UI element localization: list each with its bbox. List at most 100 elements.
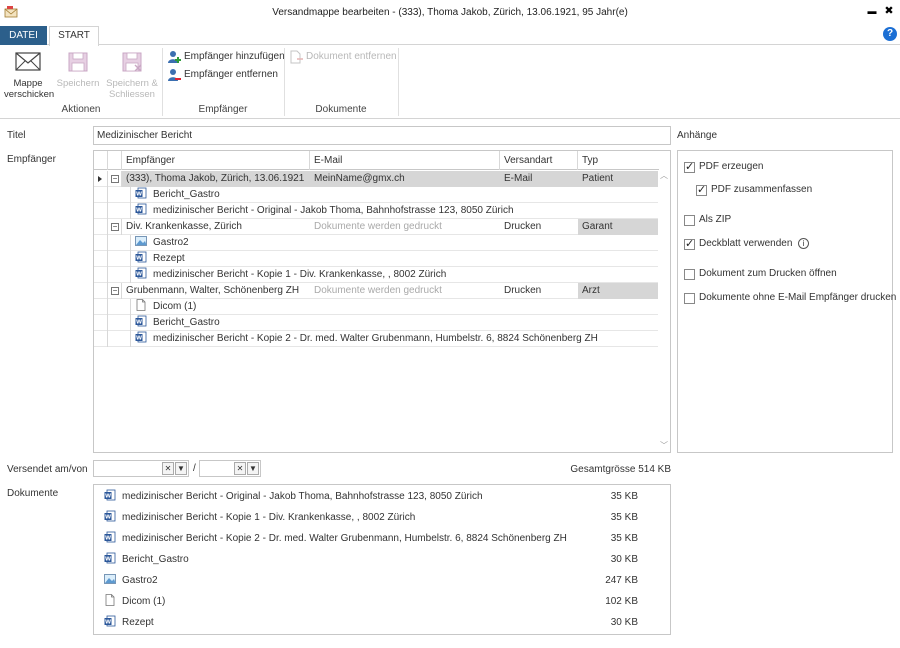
- als-zip-label: Als ZIP: [699, 214, 732, 225]
- minimize-button[interactable]: ▬: [864, 3, 880, 19]
- recipient-document-row[interactable]: Wmedizinischer Bericht - Kopie 1 - Div. …: [94, 267, 658, 283]
- ribbon: Mappe verschicken Speichern Speichern & …: [0, 45, 900, 119]
- deckblatt-checkbox[interactable]: Deckblatt verwenden i: [684, 238, 810, 252]
- chevron-down-icon[interactable]: ▼: [247, 462, 259, 475]
- deckblatt-label: Deckblatt verwenden: [699, 238, 793, 250]
- tab-datei[interactable]: DATEI: [0, 26, 47, 45]
- help-icon[interactable]: ?: [883, 27, 897, 41]
- grid-vertical-scrollbar[interactable]: ︿ ﹀: [658, 170, 670, 452]
- document-list-item[interactable]: W Bericht_Gastro 30 KB: [94, 549, 670, 570]
- dokument-entfernen-button[interactable]: Dokument entfernen: [289, 50, 397, 64]
- anhaenge-panel: PDF erzeugen PDF zusammenfassen Als ZIP …: [677, 150, 896, 453]
- document-list-item[interactable]: Wmedizinischer Bericht - Original - Jako…: [94, 486, 670, 507]
- document-name: Rezept: [122, 617, 154, 628]
- pdf-erzeugen-checkbox[interactable]: PDF erzeugen: [684, 161, 763, 175]
- mappe-verschicken-button[interactable]: Mappe verschicken: [4, 48, 54, 100]
- recipient-versandart[interactable]: Drucken: [500, 283, 578, 299]
- titel-input[interactable]: [93, 126, 671, 145]
- svg-text:W: W: [136, 208, 142, 214]
- document-size: 35 KB: [610, 533, 638, 544]
- word-document-icon: W: [104, 489, 116, 501]
- document-name: medizinischer Bericht - Kopie 2 - Dr. me…: [153, 333, 598, 344]
- header-empfaenger[interactable]: Empfänger: [122, 151, 310, 170]
- scroll-down-icon[interactable]: ﹀: [660, 442, 668, 450]
- save-disk-icon: [68, 52, 88, 72]
- group-label-empfaenger: Empfänger: [198, 104, 248, 115]
- recipient-row[interactable]: − Div. Krankenkasse, Zürich Dokumente werd…: [94, 219, 658, 235]
- recipient-versandart[interactable]: Drucken: [500, 219, 578, 235]
- document-list-item[interactable]: W Rezept 30 KB: [94, 612, 670, 633]
- save-close-icon: [122, 52, 142, 72]
- header-email[interactable]: E-Mail: [310, 151, 500, 170]
- mappe-label-1: Mappe: [13, 78, 43, 89]
- speichern-button[interactable]: Speichern: [56, 48, 100, 89]
- dokumente-list[interactable]: Wmedizinischer Bericht - Original - Jako…: [93, 484, 671, 635]
- svg-text:W: W: [136, 256, 142, 262]
- collapse-icon[interactable]: −: [111, 175, 119, 183]
- recipient-document-row[interactable]: W Rezept: [94, 251, 658, 267]
- als-zip-checkbox[interactable]: Als ZIP: [684, 214, 731, 228]
- word-document-icon: W: [135, 331, 147, 343]
- recipient-row[interactable]: − (333), Thoma Jakob, Zürich, 13.06.1921 M…: [94, 171, 658, 187]
- clear-x-icon[interactable]: ✕: [162, 462, 174, 475]
- titel-label: Titel: [7, 130, 26, 141]
- recipient-document-row[interactable]: Gastro2: [94, 235, 658, 251]
- document-list-item[interactable]: Wmedizinischer Bericht - Kopie 1 - Div. …: [94, 507, 670, 528]
- recipient-document-row[interactable]: W Bericht_Gastro: [94, 187, 658, 203]
- document-entry: Wmedizinischer Bericht - Original - Jako…: [104, 486, 483, 507]
- close-button[interactable]: ✖: [881, 3, 897, 19]
- recipient-name: (333), Thoma Jakob, Zürich, 13.06.1921: [122, 171, 310, 187]
- recipient-document-row[interactable]: Dicom (1): [94, 299, 658, 315]
- document-size: 30 KB: [610, 617, 638, 628]
- word-document-icon: W: [104, 615, 116, 627]
- scroll-up-icon[interactable]: ︿: [660, 172, 668, 180]
- empfaenger-entfernen-button[interactable]: Empfänger entfernen: [167, 68, 278, 82]
- document-entry: Gastro2: [104, 570, 158, 591]
- pdf-zusammenfassen-checkbox[interactable]: PDF zusammenfassen: [696, 184, 812, 198]
- recipient-document-row[interactable]: Wmedizinischer Bericht - Original - Jako…: [94, 203, 658, 219]
- empfaenger-grid[interactable]: Empfänger E-Mail Versandart Typ − (333), …: [93, 150, 671, 453]
- checkbox-box[interactable]: [684, 269, 695, 280]
- header-typ[interactable]: Typ: [578, 151, 658, 170]
- recipient-document-row[interactable]: Wmedizinischer Bericht - Kopie 2 - Dr. m…: [94, 331, 658, 347]
- recipient-email[interactable]: Dokumente werden gedruckt: [310, 283, 500, 299]
- svg-text:W: W: [105, 536, 111, 542]
- document-entry: Dicom (1): [104, 591, 165, 612]
- clear-x-icon[interactable]: ✕: [234, 462, 246, 475]
- recipient-email[interactable]: MeinName@gmx.ch: [310, 171, 500, 187]
- info-icon[interactable]: i: [798, 238, 810, 249]
- document-cell: Wmedizinischer Bericht - Kopie 2 - Dr. m…: [130, 331, 658, 347]
- recipient-versandart[interactable]: E-Mail: [500, 171, 578, 187]
- checkbox-box[interactable]: [696, 184, 707, 196]
- group-label-aktionen: Aktionen: [61, 104, 101, 115]
- checkbox-box[interactable]: [684, 215, 695, 226]
- collapse-icon[interactable]: −: [111, 223, 119, 231]
- document-list-item[interactable]: Wmedizinischer Bericht - Kopie 2 - Dr. m…: [94, 528, 670, 549]
- recipient-document-row[interactable]: W Bericht_Gastro: [94, 315, 658, 331]
- document-name: Rezept: [153, 253, 185, 264]
- recipient-row[interactable]: − Grubenmann, Walter, Schönenberg ZH Dokum…: [94, 283, 658, 299]
- svg-text:W: W: [136, 320, 142, 326]
- document-name: Dicom (1): [122, 596, 166, 607]
- ohne-email-drucken-checkbox[interactable]: Dokumente ohne E-Mail Empfänger drucken: [684, 292, 896, 306]
- chevron-down-icon[interactable]: ▼: [175, 462, 187, 475]
- header-versandart[interactable]: Versandart: [500, 151, 578, 170]
- checkbox-box[interactable]: [684, 293, 695, 304]
- speichern-schliessen-button[interactable]: Speichern & Schliessen: [102, 48, 162, 100]
- collapse-icon[interactable]: −: [111, 287, 119, 295]
- recipient-email[interactable]: Dokumente werden gedruckt: [310, 219, 500, 235]
- tab-start[interactable]: START: [49, 26, 99, 46]
- empfaenger-hinzufuegen-label: Empfänger hinzufügen: [184, 51, 285, 62]
- document-size: 30 KB: [610, 554, 638, 565]
- pdf-zusammenfassen-label: PDF zusammenfassen: [711, 184, 813, 195]
- checkbox-box[interactable]: [684, 161, 695, 173]
- drucken-oeffnen-checkbox[interactable]: Dokument zum Drucken öffnen: [684, 268, 837, 282]
- document-list-item[interactable]: Dicom (1) 102 KB: [94, 591, 670, 612]
- empfaenger-entfernen-label: Empfänger entfernen: [184, 69, 278, 80]
- document-name: Bericht_Gastro: [153, 189, 220, 200]
- document-list-item[interactable]: Gastro2 247 KB: [94, 570, 670, 591]
- versendet-am-combo[interactable]: ✕ ▼: [93, 460, 189, 477]
- checkbox-box[interactable]: [684, 238, 695, 250]
- empfaenger-hinzufuegen-button[interactable]: Empfänger hinzufügen: [167, 50, 285, 64]
- versendet-von-combo[interactable]: ✕ ▼: [199, 460, 261, 477]
